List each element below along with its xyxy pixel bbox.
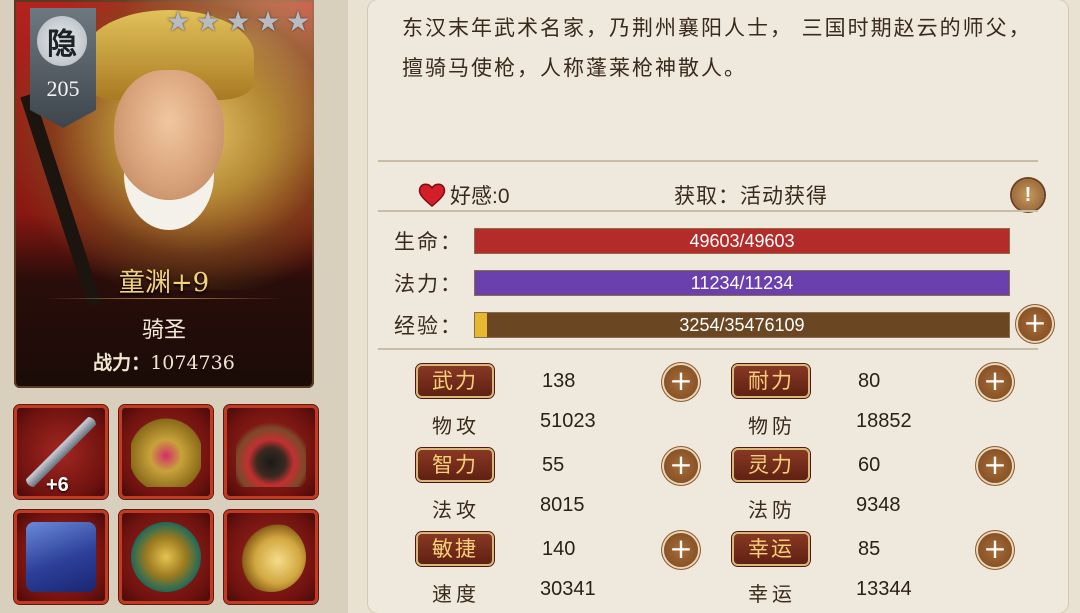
hp-bar: 49603/49603 xyxy=(474,228,1010,254)
star-icon: ★ xyxy=(165,5,191,38)
divider xyxy=(378,160,1038,162)
hero-biography: 东汉末年武术名家，乃荆州襄阳人士， 三国时期赵云的师父，擅骑马使枪，人称蓬莱枪神… xyxy=(402,16,1032,80)
stat-value-mag-def: 9348 xyxy=(856,494,901,516)
attr-tag-luck: 幸运 xyxy=(732,532,810,566)
stat-value-mag-atk: 8015 xyxy=(540,494,585,516)
attr-value-luck: 85 xyxy=(858,538,881,560)
add-luck-button[interactable]: + xyxy=(978,533,1012,567)
stat-label-mag-atk: 法攻 xyxy=(432,498,480,522)
equip-slot-mount[interactable] xyxy=(224,405,318,499)
armor-icon xyxy=(131,417,201,487)
divider xyxy=(378,210,1038,212)
mirror-icon xyxy=(236,522,306,592)
divider xyxy=(44,298,284,299)
favor-label: 好感 xyxy=(450,184,492,208)
exp-bar: 3254/35476109 xyxy=(474,312,1010,338)
star-icon: ★ xyxy=(225,5,251,38)
star-icon: ★ xyxy=(285,5,311,38)
attr-tag-intellect: 智力 xyxy=(416,448,494,482)
hero-face xyxy=(114,70,224,200)
hp-value: 49603/49603 xyxy=(689,231,795,251)
equip-slot-spear[interactable]: +6 xyxy=(14,405,108,499)
mp-bar: 11234/11234 xyxy=(474,270,1010,296)
attr-tag-spirit: 灵力 xyxy=(732,448,810,482)
attr-value-intellect: 55 xyxy=(542,454,565,476)
hp-label: 生命： xyxy=(394,230,463,254)
attr-tag-agility: 敏捷 xyxy=(416,532,494,566)
exp-value: 3254/35476109 xyxy=(679,315,805,335)
add-exp-button[interactable]: + xyxy=(1018,307,1052,341)
hero-name: 童渊+9 xyxy=(118,268,210,298)
hero-level: 205 xyxy=(46,76,80,101)
attr-tag-endurance: 耐力 xyxy=(732,364,810,398)
equipment-grid: +6 xyxy=(14,405,318,604)
stat-label-speed: 速度 xyxy=(432,582,480,606)
book-icon xyxy=(26,522,96,592)
attr-tag-strength: 武力 xyxy=(416,364,494,398)
hero-portrait-card[interactable]: 隐 205 ★ ★ ★ ★ ★ 童渊+9 骑圣 战力：1074736 xyxy=(14,0,314,388)
stat-label-phys-atk: 物攻 xyxy=(432,414,480,438)
star-icon: ★ xyxy=(195,5,221,38)
add-intellect-button[interactable]: + xyxy=(664,449,698,483)
stat-value-phys-def: 18852 xyxy=(856,410,912,432)
mp-value: 11234/11234 xyxy=(690,273,794,293)
equip-slot-armor[interactable] xyxy=(119,405,213,499)
stat-label-luck: 幸运 xyxy=(748,582,796,606)
star-icon: ★ xyxy=(255,5,281,38)
obtain-source: 获取：活动获得 xyxy=(674,184,828,208)
rank-badge: 隐 205 xyxy=(30,8,96,128)
attr-value-agility: 140 xyxy=(542,538,576,560)
hero-title: 骑圣 xyxy=(141,318,186,343)
mp-label: 法力： xyxy=(394,272,463,296)
rank-char: 隐 xyxy=(37,16,87,66)
heart-icon xyxy=(418,183,446,207)
star-rating: ★ ★ ★ ★ ★ xyxy=(164,8,312,36)
hero-detail-panel: 东汉末年武术名家，乃荆州襄阳人士， 三国时期赵云的师父，擅骑马使枪，人称蓬莱枪神… xyxy=(368,0,1068,613)
stat-value-speed: 30341 xyxy=(540,578,596,600)
info-button[interactable]: ! xyxy=(1012,179,1044,211)
attr-value-strength: 138 xyxy=(542,370,576,392)
stat-value-phys-atk: 51023 xyxy=(540,410,596,432)
power-label: 战力： xyxy=(93,352,151,374)
combat-power: 战力：1074736 xyxy=(14,348,314,375)
add-strength-button[interactable]: + xyxy=(664,365,698,399)
equip-slot-seal[interactable] xyxy=(119,510,213,604)
favor: 好感:0 xyxy=(450,180,510,210)
equip-slot-mirror[interactable] xyxy=(224,510,318,604)
stat-label-mag-def: 法防 xyxy=(748,498,796,522)
stat-value-luck: 13344 xyxy=(856,578,912,600)
seal-icon xyxy=(131,522,201,592)
divider xyxy=(378,348,1038,350)
add-endurance-button[interactable]: + xyxy=(978,365,1012,399)
favor-value: :0 xyxy=(492,185,510,208)
antler-icon xyxy=(236,417,306,487)
stat-label-phys-def: 物防 xyxy=(748,414,796,438)
add-agility-button[interactable]: + xyxy=(664,533,698,567)
left-column: 隐 205 ★ ★ ★ ★ ★ 童渊+9 骑圣 战力：1074736 +6 xyxy=(0,0,348,613)
power-value: 1074736 xyxy=(150,352,235,374)
exp-label: 经验： xyxy=(394,314,463,338)
attr-value-spirit: 60 xyxy=(858,454,881,476)
equip-slot-book[interactable] xyxy=(14,510,108,604)
attr-value-endurance: 80 xyxy=(858,370,881,392)
enhance-level: +6 xyxy=(46,474,69,496)
add-spirit-button[interactable]: + xyxy=(978,449,1012,483)
